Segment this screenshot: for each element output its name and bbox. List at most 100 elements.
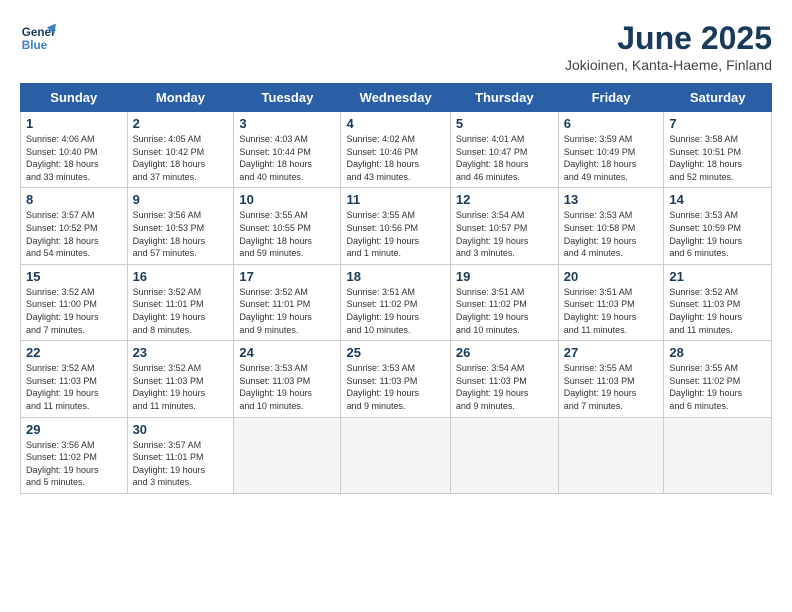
day-number: 29 [26, 422, 122, 437]
day-info: Sunrise: 3:51 AMSunset: 11:03 PMDaylight… [564, 286, 659, 336]
day-number: 6 [564, 116, 659, 131]
day-info: Sunrise: 3:53 AMSunset: 10:59 PMDaylight… [669, 209, 766, 259]
day-number: 25 [346, 345, 444, 360]
day-number: 28 [669, 345, 766, 360]
day-info: Sunrise: 3:55 AMSunset: 11:02 PMDaylight… [669, 362, 766, 412]
day-info: Sunrise: 3:55 AMSunset: 10:56 PMDaylight… [346, 209, 444, 259]
day-info: Sunrise: 4:06 AMSunset: 10:40 PMDaylight… [26, 133, 122, 183]
col-header-tuesday: Tuesday [234, 84, 341, 112]
calendar-cell: 8 Sunrise: 3:57 AMSunset: 10:52 PMDayligh… [21, 188, 128, 264]
col-header-thursday: Thursday [450, 84, 558, 112]
day-info: Sunrise: 3:53 AMSunset: 11:03 PMDaylight… [239, 362, 335, 412]
day-info: Sunrise: 3:53 AMSunset: 11:03 PMDaylight… [346, 362, 444, 412]
col-header-monday: Monday [127, 84, 234, 112]
location-title: Jokioinen, Kanta-Haeme, Finland [565, 57, 772, 73]
day-info: Sunrise: 4:05 AMSunset: 10:42 PMDaylight… [133, 133, 229, 183]
day-number: 13 [564, 192, 659, 207]
calendar-cell: 27Sunrise: 3:55 AMSunset: 11:03 PMDaylig… [558, 341, 664, 417]
calendar-cell: 18 Sunrise: 3:51 AMSunset: 11:02 PMDaylig… [341, 264, 450, 340]
day-info: Sunrise: 3:52 AMSunset: 11:01 PMDaylight… [133, 286, 229, 336]
calendar-cell: 7 Sunrise: 3:58 AMSunset: 10:51 PMDayligh… [664, 112, 772, 188]
day-number: 2 [133, 116, 229, 131]
day-number: 18 [346, 269, 444, 284]
calendar-container: General Blue June 2025 Jokioinen, Kanta-… [0, 0, 792, 612]
day-number: 12 [456, 192, 553, 207]
day-number: 5 [456, 116, 553, 131]
day-info: Sunrise: 3:52 AMSunset: 11:00 PMDaylight… [26, 286, 122, 336]
week-row-2: 8 Sunrise: 3:57 AMSunset: 10:52 PMDayligh… [21, 188, 772, 264]
logo-icon: General Blue [20, 20, 56, 56]
day-number: 22 [26, 345, 122, 360]
calendar-cell: 12Sunrise: 3:54 AMSunset: 10:57 PMDaylig… [450, 188, 558, 264]
col-header-sunday: Sunday [21, 84, 128, 112]
day-number: 9 [133, 192, 229, 207]
calendar-cell: 2 Sunrise: 4:05 AMSunset: 10:42 PMDayligh… [127, 112, 234, 188]
calendar-grid: SundayMondayTuesdayWednesdayThursdayFrid… [20, 83, 772, 494]
header-section: General Blue June 2025 Jokioinen, Kanta-… [20, 20, 772, 73]
calendar-cell: 15 Sunrise: 3:52 AMSunset: 11:00 PMDaylig… [21, 264, 128, 340]
week-row-5: 29 Sunrise: 3:56 AMSunset: 11:02 PMDaylig… [21, 417, 772, 493]
day-info: Sunrise: 3:58 AMSunset: 10:51 PMDaylight… [669, 133, 766, 183]
svg-text:Blue: Blue [22, 39, 48, 52]
day-number: 19 [456, 269, 553, 284]
day-number: 24 [239, 345, 335, 360]
day-number: 4 [346, 116, 444, 131]
day-number: 7 [669, 116, 766, 131]
calendar-cell: 5 Sunrise: 4:01 AMSunset: 10:47 PMDayligh… [450, 112, 558, 188]
calendar-cell: 24 Sunrise: 3:53 AMSunset: 11:03 PMDaylig… [234, 341, 341, 417]
calendar-cell: 19 Sunrise: 3:51 AMSunset: 11:02 PMDaylig… [450, 264, 558, 340]
day-number: 8 [26, 192, 122, 207]
day-info: Sunrise: 3:52 AMSunset: 11:03 PMDaylight… [133, 362, 229, 412]
day-number: 1 [26, 116, 122, 131]
calendar-cell: 28 Sunrise: 3:55 AMSunset: 11:02 PMDaylig… [664, 341, 772, 417]
day-info: Sunrise: 4:01 AMSunset: 10:47 PMDaylight… [456, 133, 553, 183]
day-number: 26 [456, 345, 553, 360]
day-info: Sunrise: 3:56 AMSunset: 10:53 PMDaylight… [133, 209, 229, 259]
calendar-cell: 13 Sunrise: 3:53 AMSunset: 10:58 PMDaylig… [558, 188, 664, 264]
calendar-cell: 10Sunrise: 3:55 AMSunset: 10:55 PMDaylig… [234, 188, 341, 264]
col-header-wednesday: Wednesday [341, 84, 450, 112]
day-info: Sunrise: 3:56 AMSunset: 11:02 PMDaylight… [26, 439, 122, 489]
day-info: Sunrise: 3:51 AMSunset: 11:02 PMDaylight… [456, 286, 553, 336]
day-number: 15 [26, 269, 122, 284]
day-number: 21 [669, 269, 766, 284]
day-info: Sunrise: 4:03 AMSunset: 10:44 PMDaylight… [239, 133, 335, 183]
calendar-cell: 20Sunrise: 3:51 AMSunset: 11:03 PMDaylig… [558, 264, 664, 340]
calendar-cell: 22 Sunrise: 3:52 AMSunset: 11:03 PMDaylig… [21, 341, 128, 417]
calendar-cell: 1 Sunrise: 4:06 AMSunset: 10:40 PMDayligh… [21, 112, 128, 188]
calendar-cell: 17Sunrise: 3:52 AMSunset: 11:01 PMDaylig… [234, 264, 341, 340]
day-number: 23 [133, 345, 229, 360]
month-title: June 2025 [565, 20, 772, 57]
calendar-cell: 11 Sunrise: 3:55 AMSunset: 10:56 PMDaylig… [341, 188, 450, 264]
calendar-cell: 26Sunrise: 3:54 AMSunset: 11:03 PMDaylig… [450, 341, 558, 417]
day-info: Sunrise: 3:52 AMSunset: 11:03 PMDaylight… [26, 362, 122, 412]
logo-area: General Blue [20, 20, 60, 56]
calendar-cell [558, 417, 664, 493]
week-row-3: 15 Sunrise: 3:52 AMSunset: 11:00 PMDaylig… [21, 264, 772, 340]
calendar-cell: 14 Sunrise: 3:53 AMSunset: 10:59 PMDaylig… [664, 188, 772, 264]
week-row-4: 22 Sunrise: 3:52 AMSunset: 11:03 PMDaylig… [21, 341, 772, 417]
calendar-cell: 23 Sunrise: 3:52 AMSunset: 11:03 PMDaylig… [127, 341, 234, 417]
day-number: 10 [239, 192, 335, 207]
days-header-row: SundayMondayTuesdayWednesdayThursdayFrid… [21, 84, 772, 112]
day-info: Sunrise: 3:51 AMSunset: 11:02 PMDaylight… [346, 286, 444, 336]
calendar-cell [450, 417, 558, 493]
day-info: Sunrise: 3:57 AMSunset: 10:52 PMDaylight… [26, 209, 122, 259]
day-number: 11 [346, 192, 444, 207]
calendar-cell: 3Sunrise: 4:03 AMSunset: 10:44 PMDayligh… [234, 112, 341, 188]
calendar-cell: 29 Sunrise: 3:56 AMSunset: 11:02 PMDaylig… [21, 417, 128, 493]
week-row-1: 1 Sunrise: 4:06 AMSunset: 10:40 PMDayligh… [21, 112, 772, 188]
calendar-cell: 16Sunrise: 3:52 AMSunset: 11:01 PMDaylig… [127, 264, 234, 340]
day-number: 27 [564, 345, 659, 360]
day-number: 14 [669, 192, 766, 207]
title-area: June 2025 Jokioinen, Kanta-Haeme, Finlan… [565, 20, 772, 73]
day-info: Sunrise: 3:52 AMSunset: 11:03 PMDaylight… [669, 286, 766, 336]
calendar-cell: 9 Sunrise: 3:56 AMSunset: 10:53 PMDayligh… [127, 188, 234, 264]
col-header-saturday: Saturday [664, 84, 772, 112]
calendar-cell [234, 417, 341, 493]
calendar-cell: 6Sunrise: 3:59 AMSunset: 10:49 PMDayligh… [558, 112, 664, 188]
calendar-cell [664, 417, 772, 493]
day-info: Sunrise: 3:53 AMSunset: 10:58 PMDaylight… [564, 209, 659, 259]
calendar-cell: 21 Sunrise: 3:52 AMSunset: 11:03 PMDaylig… [664, 264, 772, 340]
day-info: Sunrise: 3:57 AMSunset: 11:01 PMDaylight… [133, 439, 229, 489]
